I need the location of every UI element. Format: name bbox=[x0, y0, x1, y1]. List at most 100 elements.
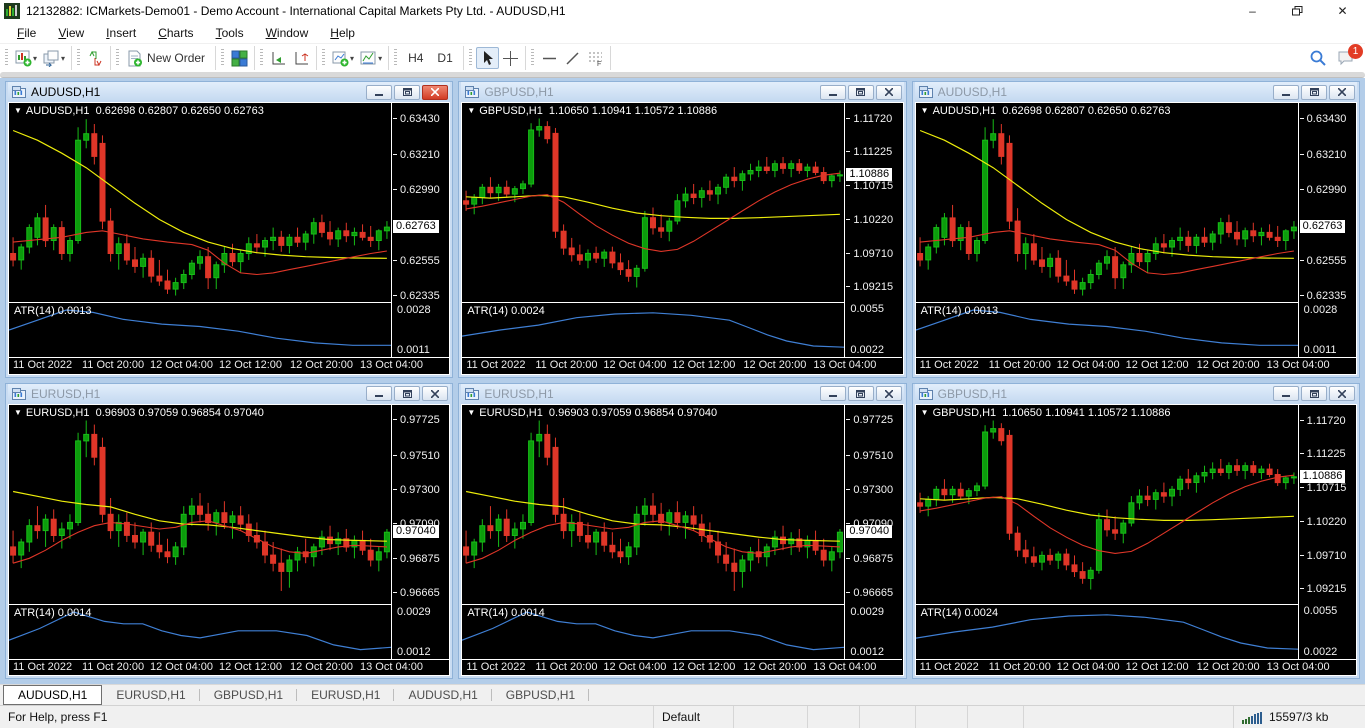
chart-close-button[interactable] bbox=[1329, 386, 1355, 401]
fibonacci-button[interactable]: F bbox=[584, 47, 607, 69]
crosshair-button[interactable] bbox=[499, 47, 522, 69]
time-axis-label: 11 Oct 20:00 bbox=[989, 359, 1051, 371]
pane-separator[interactable] bbox=[916, 302, 1298, 303]
chart-shift-button[interactable] bbox=[290, 47, 313, 69]
chart-window-icon bbox=[919, 388, 933, 400]
chart-close-button[interactable] bbox=[422, 386, 448, 401]
chart-tab-EURUSD-H1[interactable]: EURUSD,H1 bbox=[297, 685, 394, 705]
chart-window-titlebar[interactable]: EURUSD,H1 bbox=[461, 384, 903, 404]
search-icon bbox=[1309, 49, 1327, 67]
app-restore-button[interactable] bbox=[1275, 0, 1320, 22]
app-close-button[interactable]: ✕ bbox=[1320, 0, 1365, 22]
chart-restore-button[interactable] bbox=[848, 85, 874, 100]
chart-tab-AUDUSD-H1[interactable]: AUDUSD,H1 bbox=[394, 685, 491, 705]
chart-window-EURUSD-H1[interactable]: EURUSD,H1 ▼EURUSD,H1 0.96903 0.97059 0.9… bbox=[458, 383, 906, 680]
chart-restore-button[interactable] bbox=[394, 386, 420, 401]
chart-window-titlebar[interactable]: AUDUSD,H1 bbox=[915, 82, 1357, 102]
pane-separator[interactable] bbox=[9, 604, 391, 605]
price-axis-label: 1.11225 bbox=[846, 146, 892, 158]
chart-canvas[interactable]: ▼EURUSD,H1 0.96903 0.97059 0.96854 0.970… bbox=[8, 404, 450, 677]
menu-help[interactable]: Help bbox=[319, 23, 366, 43]
chart-objects-button[interactable]: ▾ bbox=[357, 47, 385, 69]
chart-minimize-button[interactable] bbox=[820, 386, 846, 401]
new-order-button[interactable]: New Order bbox=[123, 47, 212, 69]
chart-ohlc-header: ▼EURUSD,H1 0.96903 0.97059 0.96854 0.970… bbox=[14, 407, 264, 419]
tile-windows-button[interactable] bbox=[228, 47, 251, 69]
profiles-button[interactable]: ▾ bbox=[40, 47, 68, 69]
status-traffic-cell: 15597/3 kb bbox=[1233, 706, 1365, 728]
chart-close-button[interactable] bbox=[876, 386, 902, 401]
indicators-button[interactable]: ▾ bbox=[329, 47, 357, 69]
atr-indicator-label: ATR(14) 0.0014 bbox=[467, 607, 544, 619]
chart-restore-button[interactable] bbox=[848, 386, 874, 401]
new-chart-button[interactable]: ▾ bbox=[12, 47, 40, 69]
chart-restore-button[interactable] bbox=[1301, 386, 1327, 401]
chart-canvas[interactable]: ▼AUDUSD,H1 0.62698 0.62807 0.62650 0.627… bbox=[8, 102, 450, 375]
price-axis-label: 0.62990 bbox=[1300, 184, 1347, 196]
auto-scroll-button[interactable] bbox=[267, 47, 290, 69]
chart-window-titlebar[interactable]: EURUSD,H1 bbox=[8, 384, 450, 404]
chart-close-button[interactable] bbox=[422, 85, 448, 100]
chart-minimize-button[interactable] bbox=[1273, 386, 1299, 401]
pane-separator[interactable] bbox=[462, 302, 844, 303]
chart-window-titlebar[interactable]: AUDUSD,H1 bbox=[8, 82, 450, 102]
chart-window-titlebar[interactable]: GBPUSD,H1 bbox=[915, 384, 1357, 404]
crosshair-icon bbox=[502, 50, 519, 67]
chart-window-icon bbox=[12, 388, 26, 400]
time-axis-label: 12 Oct 04:00 bbox=[150, 359, 213, 371]
app-minimize-button[interactable]: – bbox=[1230, 0, 1275, 22]
time-axis-label: 12 Oct 20:00 bbox=[290, 661, 353, 673]
notifications-button[interactable]: 1 bbox=[1337, 50, 1355, 66]
menu-tools[interactable]: Tools bbox=[205, 23, 255, 43]
period-d1-button[interactable]: D1 bbox=[430, 47, 459, 69]
trendline-button[interactable] bbox=[561, 47, 584, 69]
new-order-label: New Order bbox=[143, 51, 209, 65]
cursor-button[interactable] bbox=[476, 47, 499, 69]
atr-axis-label: 0.0029 bbox=[850, 606, 884, 618]
menu-charts[interactable]: Charts bbox=[147, 23, 204, 43]
chart-window-EURUSD-H1[interactable]: EURUSD,H1 ▼EURUSD,H1 0.96903 0.97059 0.9… bbox=[5, 383, 453, 680]
chart-restore-button[interactable] bbox=[394, 85, 420, 100]
horizontal-line-button[interactable] bbox=[538, 47, 561, 69]
chart-tab-AUDUSD-H1[interactable]: AUDUSD,H1 bbox=[3, 685, 102, 705]
time-axis-separator bbox=[462, 659, 902, 660]
search-button[interactable] bbox=[1309, 49, 1327, 67]
menu-file[interactable]: File bbox=[6, 23, 47, 43]
atr-axis-label: 0.0012 bbox=[397, 646, 431, 658]
time-axis-label: 11 Oct 2022 bbox=[920, 661, 979, 673]
tick-chart-button[interactable] bbox=[84, 47, 107, 69]
period-h4-button[interactable]: H4 bbox=[401, 47, 430, 69]
pane-separator[interactable] bbox=[462, 604, 844, 605]
menu-view[interactable]: View bbox=[47, 23, 95, 43]
toolbar-group bbox=[216, 46, 255, 70]
chart-window-AUDUSD-H1[interactable]: AUDUSD,H1 ▼AUDUSD,H1 0.62698 0.62807 0.6… bbox=[912, 81, 1360, 378]
chart-tab-GBPUSD-H1[interactable]: GBPUSD,H1 bbox=[492, 685, 589, 705]
chart-window-AUDUSD-H1[interactable]: AUDUSD,H1 ▼AUDUSD,H1 0.62698 0.62807 0.6… bbox=[5, 81, 453, 378]
chart-minimize-button[interactable] bbox=[366, 386, 392, 401]
chart-minimize-button[interactable] bbox=[820, 85, 846, 100]
pane-separator[interactable] bbox=[916, 604, 1298, 605]
chart-window-GBPUSD-H1[interactable]: GBPUSD,H1 ▼GBPUSD,H1 1.10650 1.10941 1.1… bbox=[912, 383, 1360, 680]
chart-window-GBPUSD-H1[interactable]: GBPUSD,H1 ▼GBPUSD,H1 1.10650 1.10941 1.1… bbox=[458, 81, 906, 378]
chart-minimize-button[interactable] bbox=[1273, 85, 1299, 100]
price-axis-label: 0.63430 bbox=[393, 113, 440, 125]
menu-insert[interactable]: Insert bbox=[95, 23, 147, 43]
chart-close-button[interactable] bbox=[876, 85, 902, 100]
chart-window-titlebar[interactable]: GBPUSD,H1 bbox=[461, 82, 903, 102]
chart-canvas[interactable]: ▼EURUSD,H1 0.96903 0.97059 0.96854 0.970… bbox=[461, 404, 903, 677]
chart-tabbar: AUDUSD,H1EURUSD,H1GBPUSD,H1EURUSD,H1AUDU… bbox=[0, 684, 1365, 705]
chart-canvas[interactable]: ▼AUDUSD,H1 0.62698 0.62807 0.62650 0.627… bbox=[915, 102, 1357, 375]
chart-close-button[interactable] bbox=[1329, 85, 1355, 100]
chart-canvas[interactable]: ▼GBPUSD,H1 1.10650 1.10941 1.10572 1.108… bbox=[915, 404, 1357, 677]
current-price-tag: 1.10886 bbox=[1300, 470, 1346, 483]
chart-canvas[interactable]: ▼GBPUSD,H1 1.10650 1.10941 1.10572 1.108… bbox=[461, 102, 903, 375]
chart-minimize-button[interactable] bbox=[366, 85, 392, 100]
pane-separator[interactable] bbox=[9, 302, 391, 303]
chart-shift-icon bbox=[293, 50, 310, 67]
status-profile[interactable]: Default bbox=[653, 706, 733, 728]
chart-tab-EURUSD-H1[interactable]: EURUSD,H1 bbox=[102, 685, 199, 705]
chart-restore-button[interactable] bbox=[1301, 85, 1327, 100]
chart-tab-GBPUSD-H1[interactable]: GBPUSD,H1 bbox=[200, 685, 297, 705]
chevron-down-icon: ▼ bbox=[921, 106, 929, 115]
menu-window[interactable]: Window bbox=[255, 23, 320, 43]
